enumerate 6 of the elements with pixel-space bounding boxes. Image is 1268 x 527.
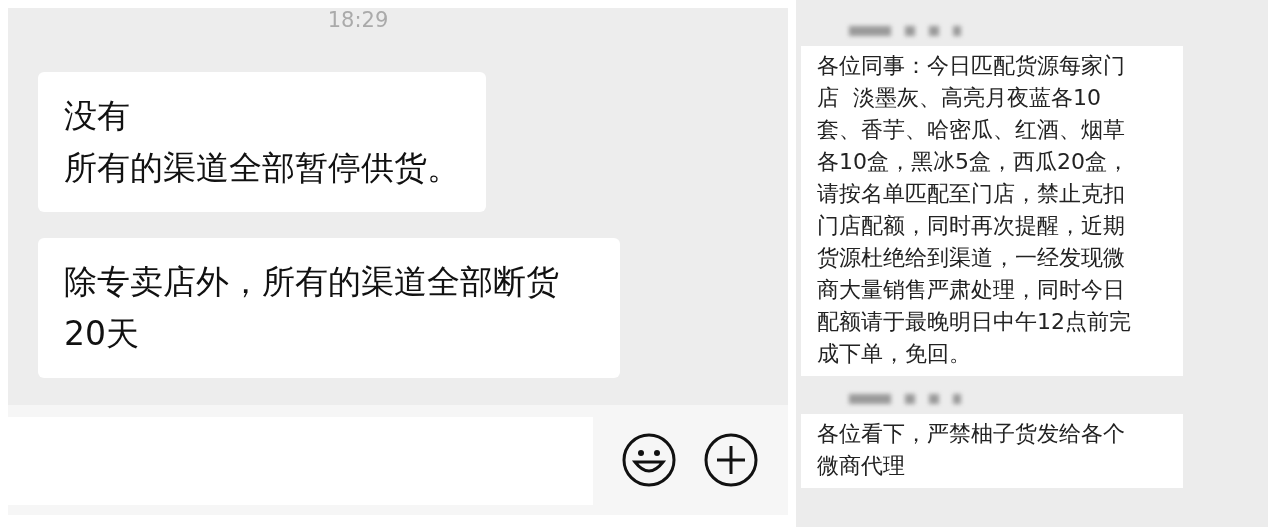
message-text: 所有的渠道全部暂停供货。	[64, 147, 460, 189]
message-text: 没有	[64, 95, 130, 137]
message-bubble: 各位看下，严禁柚子货发给各个微商代理	[801, 414, 1183, 488]
timestamp: 18:29	[327, 8, 389, 32]
message-text: 除专卖店外，所有的渠道全部断货20天	[64, 261, 560, 355]
message-bubble: 各位同事：今日匹配货源每家门店 淡墨灰、高亮月夜蓝各10套、香芋、哈密瓜、红酒、烟草各10盒，黑冰5盒，西瓜20盒，请按名单匹配至门店，禁止克扣门店配额，同时再次提醒，近期货源杜绝给到渠道，一经发现微商大量销售严肃处理，同时今日配额请于最晚明日中午12点前完成下单，免回。	[801, 46, 1183, 376]
